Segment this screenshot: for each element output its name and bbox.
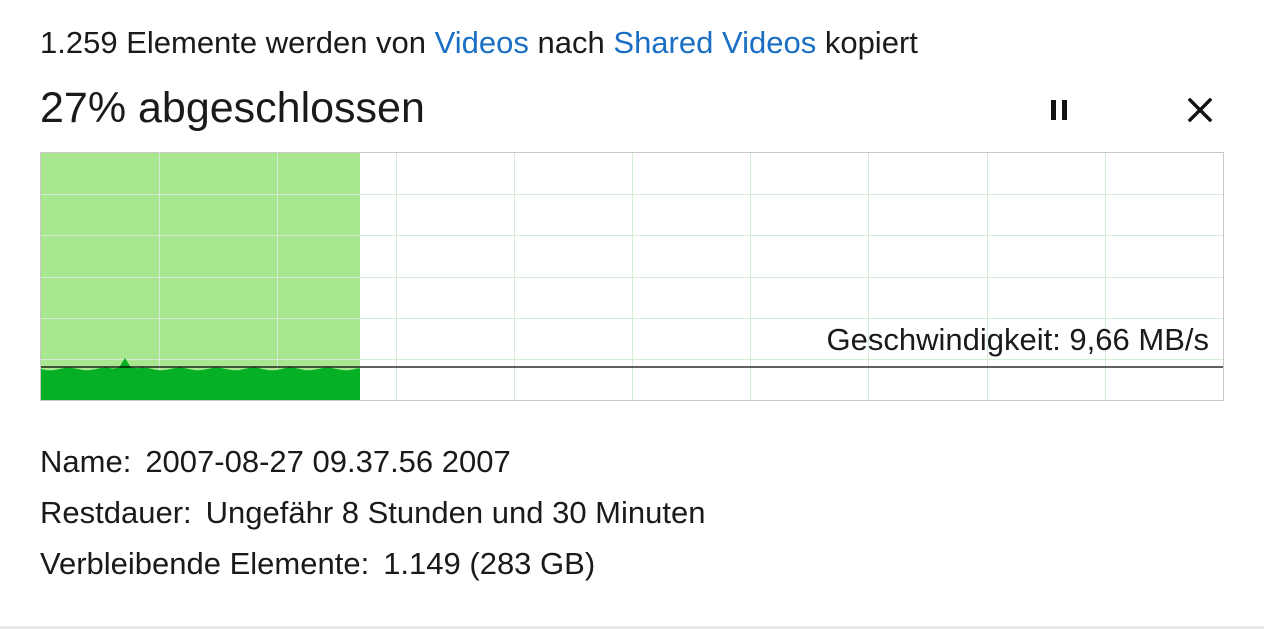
transfer-details: Name: 2007-08-27 09.37.56 2007 Restdauer:… xyxy=(40,436,705,589)
copy-description: 1.259 Elemente werden von Videos nach Sh… xyxy=(40,22,918,64)
close-icon xyxy=(1188,98,1212,122)
detail-name-row: Name: 2007-08-27 09.37.56 2007 xyxy=(40,436,705,487)
progress-fill xyxy=(41,153,360,400)
detail-remaining-items-row: Verbleibende Elemente: 1.149 (283 GB) xyxy=(40,538,705,589)
connector-text: nach xyxy=(537,25,605,60)
cancel-button[interactable] xyxy=(1178,88,1222,132)
remaining-items-label: Verbleibende Elemente: xyxy=(40,546,370,581)
remaining-items-value: 1.149 (283 GB) xyxy=(383,546,596,581)
destination-folder-link[interactable]: Shared Videos xyxy=(613,25,816,60)
remaining-time-value: Ungefähr 8 Stunden und 30 Minuten xyxy=(205,495,706,530)
pause-icon xyxy=(1051,100,1067,120)
detail-remaining-time-row: Restdauer: Ungefähr 8 Stunden und 30 Minu… xyxy=(40,487,705,538)
speed-label: Geschwindigkeit: 9,66 MB/s xyxy=(826,322,1209,357)
item-count-text: 1.259 Elemente werden von xyxy=(40,25,427,60)
action-text: kopiert xyxy=(824,25,918,60)
name-value: 2007-08-27 09.37.56 2007 xyxy=(145,444,511,479)
remaining-time-label: Restdauer: xyxy=(40,495,192,530)
pause-button[interactable] xyxy=(1038,88,1082,132)
speed-graph-canvas xyxy=(41,153,1223,400)
progress-status: 27% abgeschlossen xyxy=(40,84,425,132)
name-label: Name: xyxy=(40,444,132,479)
source-folder-link[interactable]: Videos xyxy=(435,25,529,60)
transfer-speed-graph: Geschwindigkeit: 9,66 MB/s xyxy=(40,152,1224,401)
